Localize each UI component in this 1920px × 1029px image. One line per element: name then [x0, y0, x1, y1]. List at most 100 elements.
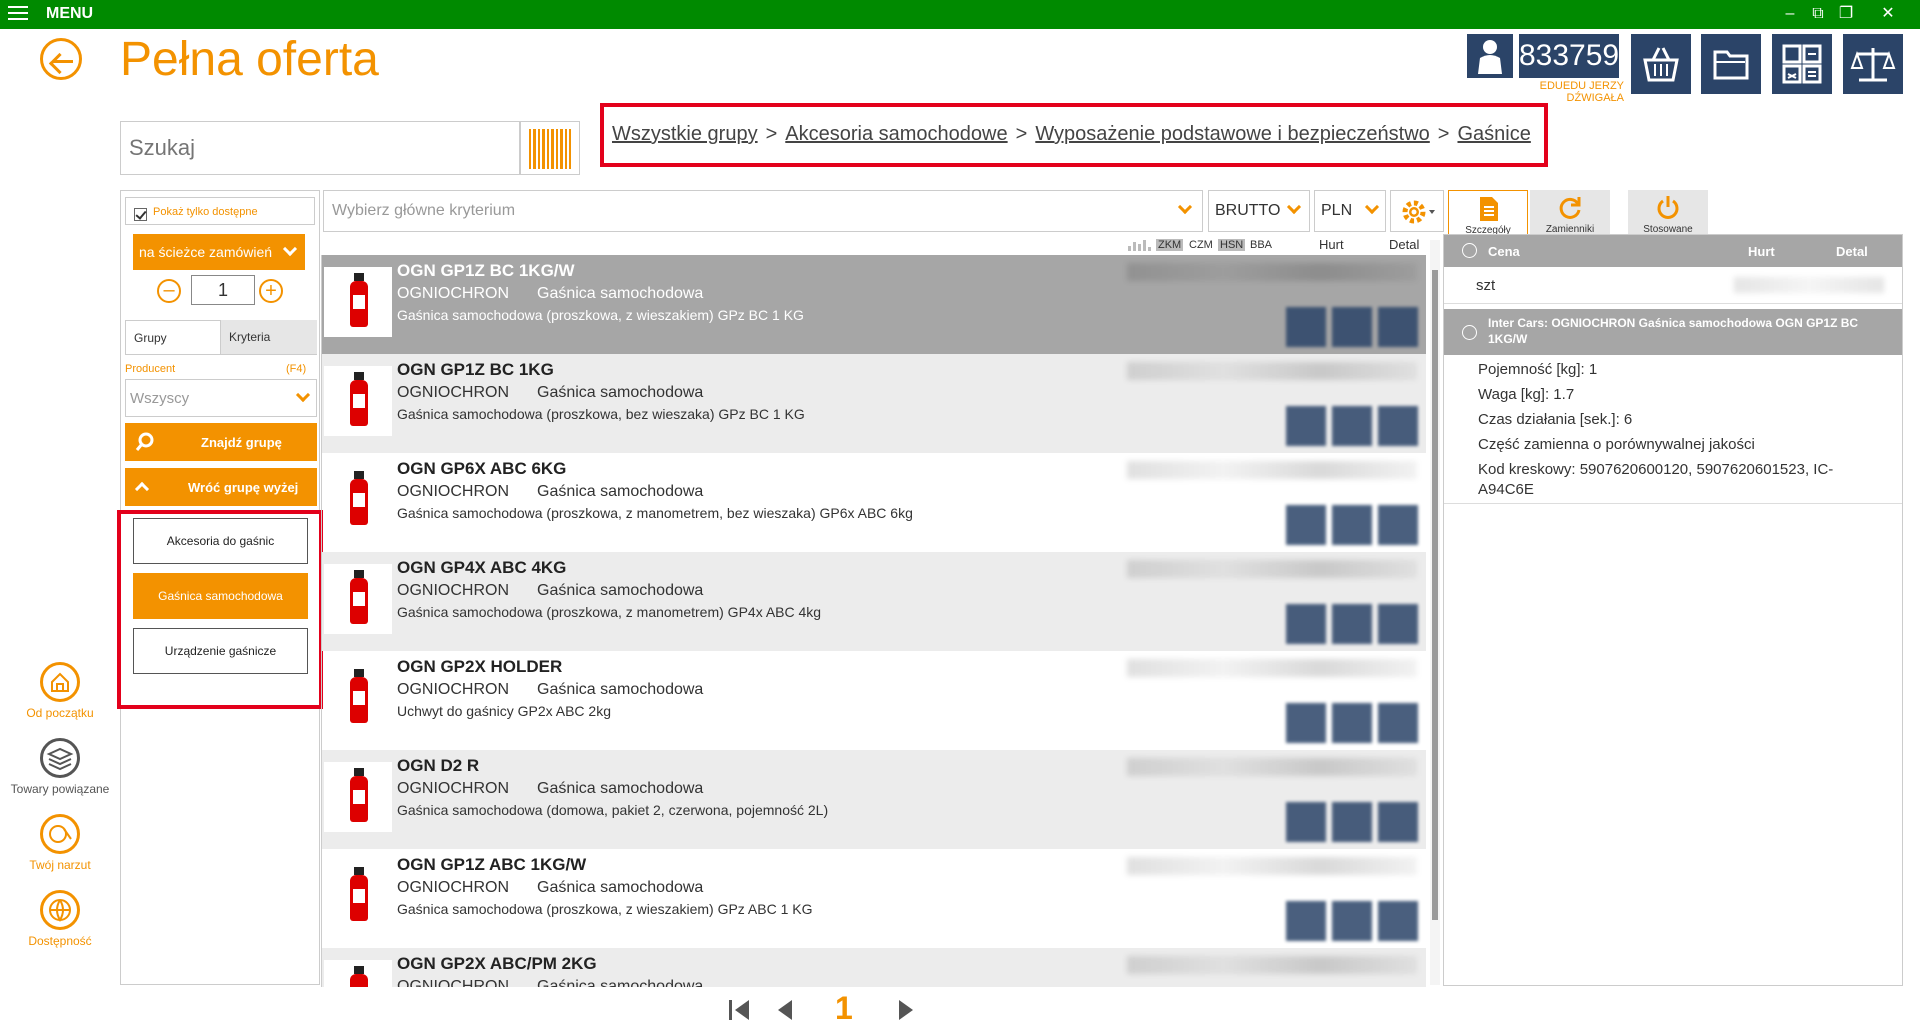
calculator-button[interactable]	[1772, 34, 1832, 94]
fire-extinguisher-icon	[350, 471, 368, 525]
restore-down-icon[interactable]: ❐	[1834, 3, 1858, 25]
product-title[interactable]: OGN GP4X ABC 4KG	[397, 558, 566, 578]
info-button[interactable]	[1286, 703, 1326, 743]
fire-extinguisher-icon	[350, 867, 368, 921]
product-row[interactable]: OGN GP6X ABC 6KG OGNIOCHRON Gaśnica samoch…	[322, 453, 1426, 552]
info-button[interactable]	[1286, 802, 1326, 842]
search-input[interactable]	[120, 121, 520, 175]
product-title[interactable]: OGN GP1Z BC 1KG	[397, 360, 554, 380]
sidebar-item-markup[interactable]: Twój narzut	[0, 814, 120, 872]
breadcrumb-item[interactable]: Akcesoria samochodowe	[785, 123, 1007, 145]
zoom-button[interactable]	[1378, 703, 1418, 743]
sidebar-item-label: Towary powiązane	[10, 782, 110, 796]
product-title[interactable]: OGN D2 R	[397, 756, 479, 776]
cart-button[interactable]	[1332, 802, 1372, 842]
product-row[interactable]: OGN GP2X ABC/PM 2KG OGNIOCHRON Gaśnica sam…	[322, 948, 1426, 987]
product-title[interactable]: OGN GP1Z ABC 1KG/W	[397, 855, 586, 875]
cart-button[interactable]	[1332, 307, 1372, 347]
cart-button[interactable]	[1332, 703, 1372, 743]
order-path-dropdown[interactable]: na ścieżce zamówień	[133, 234, 305, 270]
menu-label[interactable]: MENU	[46, 5, 93, 23]
price-mode-dropdown[interactable]: BRUTTO	[1208, 190, 1310, 232]
tab-groups[interactable]: Grupy	[125, 320, 221, 354]
attribute: Kod kreskowy: 5907620600120, 59076206015…	[1478, 461, 1834, 478]
zoom-button[interactable]	[1378, 604, 1418, 644]
tab-details[interactable]: Szczegóły	[1448, 190, 1528, 236]
producer-dropdown[interactable]: Wszyscy	[125, 379, 317, 417]
settings-button[interactable]	[1390, 190, 1444, 232]
current-page[interactable]: 1	[835, 990, 853, 1027]
zoom-button[interactable]	[1378, 307, 1418, 347]
main-criteria-dropdown[interactable]: Wybierz główne kryterium	[323, 190, 1203, 232]
basket-button[interactable]	[1631, 34, 1691, 94]
product-row[interactable]: OGN GP4X ABC 4KG OGNIOCHRON Gaśnica samoch…	[322, 552, 1426, 651]
user-button[interactable]	[1467, 34, 1513, 78]
plus-icon[interactable]: +	[259, 279, 283, 303]
minimize-icon[interactable]: –	[1778, 3, 1802, 25]
compare-button[interactable]	[1843, 34, 1903, 94]
group-up-button[interactable]: Wróć grupę wyżej	[125, 468, 317, 506]
collapse-icon[interactable]	[1462, 243, 1477, 258]
info-button[interactable]	[1286, 307, 1326, 347]
group-item-active[interactable]: Gaśnica samochodowa	[133, 573, 308, 619]
zoom-button[interactable]	[1378, 406, 1418, 446]
cart-button[interactable]	[1332, 406, 1372, 446]
product-title[interactable]: OGN GP2X ABC/PM 2KG	[397, 954, 597, 974]
info-button[interactable]	[1286, 505, 1326, 545]
breadcrumb-item[interactable]: Wyposażenie podstawowe i bezpieczeństwo	[1035, 123, 1429, 145]
cart-button[interactable]	[1332, 604, 1372, 644]
barcode-scan-button[interactable]	[520, 121, 580, 175]
product-row[interactable]: OGN GP1Z BC 1KG/W OGNIOCHRON Gaśnica samoc…	[322, 255, 1426, 354]
breadcrumb-item[interactable]: Gaśnice	[1457, 123, 1530, 145]
find-group-button[interactable]: Znajdź grupę	[125, 423, 317, 461]
tab-criteria[interactable]: Kryteria	[221, 320, 317, 354]
product-thumbnail	[324, 861, 392, 931]
scrollbar-thumb[interactable]	[1432, 270, 1438, 920]
product-row[interactable]: OGN GP2X HOLDER OGNIOCHRON Gaśnica samocho…	[322, 651, 1426, 750]
product-title[interactable]: OGN GP2X HOLDER	[397, 657, 562, 677]
quantity-input[interactable]: 1	[191, 275, 255, 305]
back-arrow-icon[interactable]	[40, 38, 82, 80]
info-button[interactable]	[1286, 901, 1326, 941]
collapse-icon[interactable]	[1462, 325, 1477, 340]
zoom-button[interactable]	[1378, 802, 1418, 842]
sidebar-item-home[interactable]: Od początku	[0, 662, 120, 720]
cart-button[interactable]	[1332, 505, 1372, 545]
restore-window-icon[interactable]: ⧉	[1806, 3, 1830, 25]
product-description: Gaśnica samochodowa (proszkowa, bez wies…	[397, 406, 805, 422]
hamburger-icon[interactable]	[8, 6, 28, 22]
breadcrumb-item[interactable]: Wszystkie grupy	[612, 123, 758, 145]
tab-replacements[interactable]: Zamienniki	[1530, 190, 1610, 235]
minus-icon[interactable]: –	[157, 279, 181, 303]
barcode-icon	[529, 129, 571, 169]
client-number: 833759	[1519, 34, 1619, 78]
product-category: Gaśnica samochodowa	[537, 384, 704, 401]
cart-button[interactable]	[1332, 901, 1372, 941]
product-row[interactable]: OGN GP1Z BC 1KG OGNIOCHRON Gaśnica samocho…	[322, 354, 1426, 453]
product-brand: OGNIOCHRON	[397, 582, 509, 599]
sidebar-item-related[interactable]: Towary powiązane	[0, 738, 120, 796]
zoom-button[interactable]	[1378, 901, 1418, 941]
product-category: Gaśnica samochodowa	[537, 978, 704, 987]
group-item[interactable]: Akcesoria do gaśnic	[133, 518, 308, 564]
product-title[interactable]: OGN GP6X ABC 6KG	[397, 459, 566, 479]
column-detal: Detal	[1389, 237, 1420, 252]
tab-applications[interactable]: Stosowane	[1628, 190, 1708, 235]
prev-page-icon[interactable]	[774, 998, 794, 1022]
product-description: Gaśnica samochodowa (proszkowa, z wiesza…	[397, 901, 813, 917]
product-title[interactable]: OGN GP1Z BC 1KG/W	[397, 261, 575, 281]
info-button[interactable]	[1286, 406, 1326, 446]
sidebar-item-availability[interactable]: Dostępność	[0, 890, 120, 948]
first-page-icon[interactable]	[727, 998, 753, 1022]
group-item[interactable]: Urządzenie gaśnicze	[133, 628, 308, 674]
next-page-icon[interactable]	[897, 998, 917, 1022]
zoom-button[interactable]	[1378, 505, 1418, 545]
currency-dropdown[interactable]: PLN	[1314, 190, 1386, 232]
only-available-checkbox[interactable]: Pokaż tylko dostępne	[125, 197, 315, 225]
documents-button[interactable]	[1701, 34, 1761, 94]
close-icon[interactable]: ✕	[1876, 3, 1900, 25]
product-row[interactable]: OGN D2 R OGNIOCHRON Gaśnica samochodowa Gaś…	[322, 750, 1426, 849]
info-button[interactable]	[1286, 604, 1326, 644]
scrollbar[interactable]	[1430, 240, 1440, 985]
product-row[interactable]: OGN GP1Z ABC 1KG/W OGNIOCHRON Gaśnica samo…	[322, 849, 1426, 948]
